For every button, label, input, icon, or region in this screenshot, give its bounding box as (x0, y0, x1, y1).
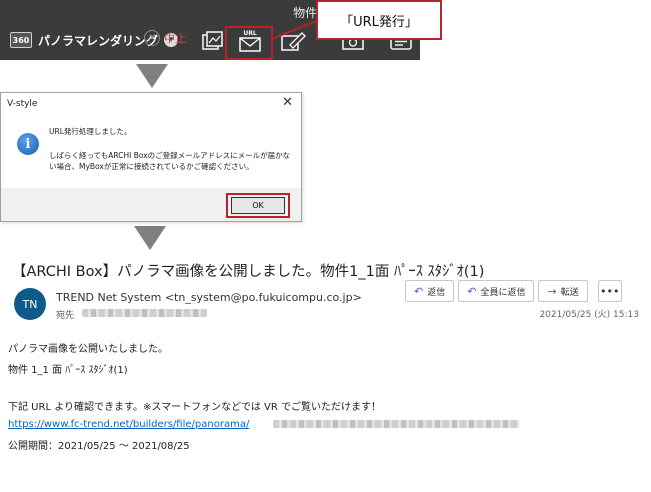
reply-all-icon: ↶ (467, 284, 477, 298)
dialog-message-line2: しばらく経ってもARCHI Boxのご登録メールアドレスにメールが届かない場合、… (49, 151, 291, 171)
cancel-icon: ✕ (144, 30, 160, 46)
email-subject: 【ARCHI Box】パノラマ画像を公開しました。物件1_1面 ﾊﾟｰｽ ｽﾀｼ… (12, 264, 485, 280)
dialog-message-line1: URL発行処理しました。 (49, 127, 132, 136)
email-date: 2021/05/25 (火) 15:13 (539, 310, 639, 320)
url-button-highlight (225, 26, 273, 60)
reply-icon: ↶ (414, 284, 424, 298)
forward-label: 転送 (560, 287, 579, 298)
flow-arrow-1 (136, 64, 168, 88)
cancel-label: 中止 (164, 32, 186, 45)
cancel-button[interactable]: ✕ 中止 (144, 30, 186, 46)
body-link-row: https://www.fc-trend.net/builders/file/p… (8, 419, 520, 430)
body-line-1: パノラマ画像を公開いたしました。 (8, 344, 168, 355)
dialog-title: V-style (7, 99, 38, 109)
reply-all-label: 全員に返信 (480, 287, 526, 298)
panorama-360-icon: 360 (10, 32, 32, 48)
email-sender: TREND Net System <tn_system@po.fukuicomp… (56, 291, 362, 304)
forward-icon: → (547, 284, 557, 298)
flow-arrow-2 (134, 226, 166, 250)
email-actions: ↶ 返信 ↶ 全員に返信 → 転送 ••• (405, 280, 622, 302)
panorama-link[interactable]: https://www.fc-trend.net/builders/file/p… (8, 419, 249, 430)
avatar: TN (14, 288, 46, 320)
reply-button[interactable]: ↶ 返信 (405, 280, 455, 302)
reply-label: 返信 (427, 287, 446, 298)
link-redacted (273, 420, 519, 428)
info-icon: i (17, 133, 39, 155)
forward-button[interactable]: → 転送 (538, 280, 588, 302)
close-icon[interactable]: ✕ (282, 95, 293, 110)
body-line-2: 物件 1_1 面 ﾊﾟｰｽ ｽﾀｼﾞｵ(1) (8, 365, 128, 376)
reply-all-button[interactable]: ↶ 全員に返信 (458, 280, 535, 302)
ok-button[interactable]: OK (231, 197, 285, 214)
body-line-5: 公開期間：2021/05/25 ～ 2021/08/25 (8, 441, 190, 452)
recipient-redacted (82, 309, 207, 317)
url-callout: 「URL発行」 (316, 0, 442, 40)
body-line-3: 下記 URL より確認できます。※スマートフォンなどでは VR でご覧いただけま… (8, 402, 382, 413)
email-view: 【ARCHI Box】パノラマ画像を公開しました。物件1_1面 ﾊﾟｰｽ ｽﾀｼ… (0, 255, 651, 492)
panorama-render-label: パノラマレンダリング (38, 33, 159, 48)
email-to-label: 宛先 (56, 311, 75, 321)
more-button[interactable]: ••• (597, 280, 622, 302)
gallery-icon[interactable] (200, 30, 226, 52)
